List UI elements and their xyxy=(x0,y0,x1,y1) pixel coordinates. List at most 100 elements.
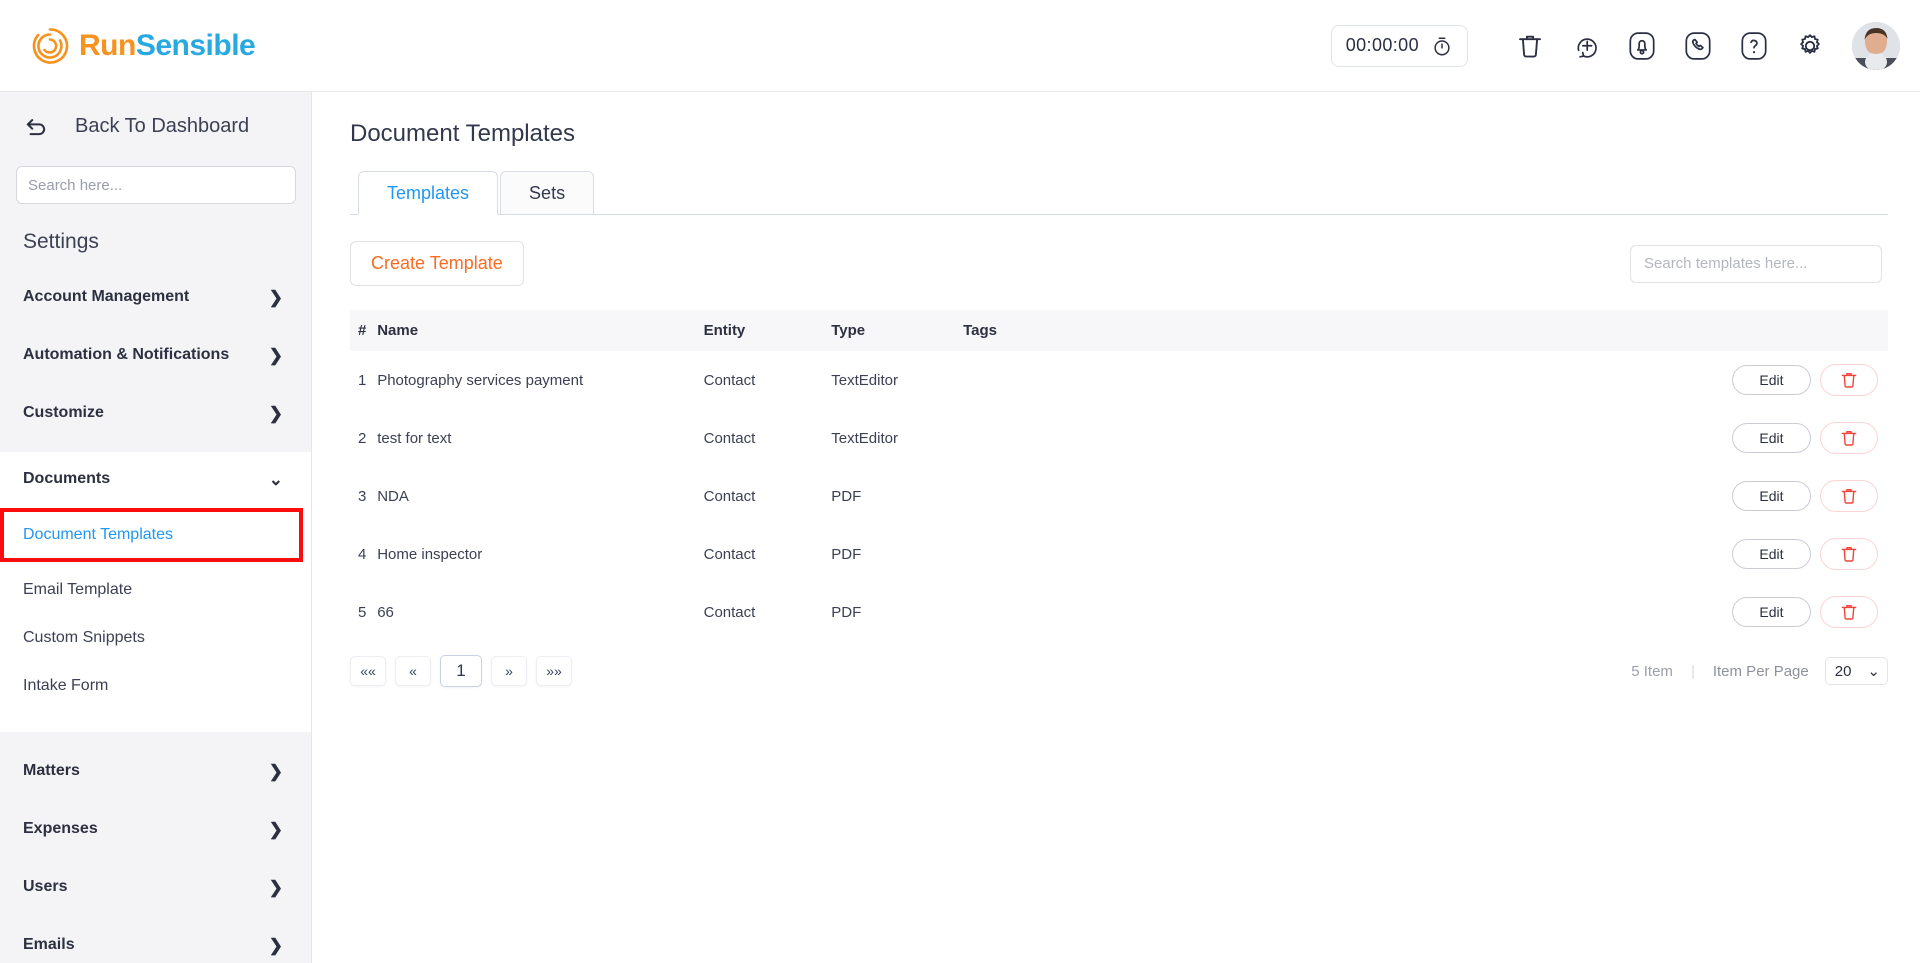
row-type: TextEditor xyxy=(831,371,898,389)
chevron-right-icon: ❯ xyxy=(268,345,283,365)
table-row[interactable]: 2 test for text Contact TextEditor Edit xyxy=(350,409,1888,467)
chevron-down-icon: ⌄ xyxy=(268,469,283,489)
sidebar-item-customize[interactable]: Customize ❯ xyxy=(0,384,311,442)
sidebar-item-label: Users xyxy=(23,878,68,895)
pagination-bar: «« « 1 » »» 5 Item | Item Per Page 20 ⌄ xyxy=(350,655,1888,687)
table-row[interactable]: 3 NDA Contact PDF Edit xyxy=(350,467,1888,525)
sidebar-item-intake-form[interactable]: Intake Form xyxy=(0,662,311,710)
runsensible-logo-icon xyxy=(32,27,69,64)
sidebar-item-expenses[interactable]: Expenses ❯ xyxy=(0,800,311,858)
sidebar-item-document-templates[interactable]: Document Templates xyxy=(0,508,303,562)
avatar[interactable] xyxy=(1852,21,1900,70)
sidebar-search-input[interactable] xyxy=(28,176,284,194)
header-actions: 00:00:00 xyxy=(1330,18,1900,74)
tab-bar: Templates Sets xyxy=(350,170,1888,215)
edit-button[interactable]: Edit xyxy=(1732,423,1811,453)
sidebar-item-users[interactable]: Users ❯ xyxy=(0,858,311,916)
row-name: Home inspector xyxy=(377,545,483,563)
add-circle-icon[interactable] xyxy=(1558,18,1614,74)
template-search[interactable] xyxy=(1630,244,1882,283)
edit-button[interactable]: Edit xyxy=(1732,481,1811,511)
row-type: PDF xyxy=(831,603,862,621)
row-num: 2 xyxy=(358,429,367,447)
tab-sets[interactable]: Sets xyxy=(500,171,595,215)
avatar-photo xyxy=(1852,21,1900,70)
bell-icon[interactable] xyxy=(1614,18,1670,74)
chevron-down-icon: ⌄ xyxy=(1867,663,1880,680)
help-icon[interactable] xyxy=(1726,18,1782,74)
template-search-input[interactable] xyxy=(1644,255,1868,272)
column-header-type: Type xyxy=(831,310,964,351)
delete-button[interactable] xyxy=(1820,422,1878,454)
edit-button[interactable]: Edit xyxy=(1732,539,1811,569)
back-to-dashboard-button[interactable]: Back To Dashboard xyxy=(0,92,311,160)
sidebar-subitem-label: Email Template xyxy=(23,581,133,598)
pagination-first-button[interactable]: «« xyxy=(350,656,386,686)
trash-icon xyxy=(1841,431,1857,446)
app-header: RunSensible 00:00:00 xyxy=(0,0,1920,92)
row-tags xyxy=(963,467,1695,525)
table-header-row: # Name Entity Type Tags xyxy=(350,310,1888,351)
row-name: 66 xyxy=(377,603,394,621)
column-header-entity: Entity xyxy=(703,310,832,351)
back-to-dashboard-label: Back To Dashboard xyxy=(75,114,250,137)
sidebar-item-emails[interactable]: Emails ❯ xyxy=(0,916,311,963)
sidebar-item-email-template[interactable]: Email Template xyxy=(0,566,311,614)
sidebar-item-matters[interactable]: Matters ❯ xyxy=(0,742,311,800)
sidebar-item-label: Expenses xyxy=(23,820,98,837)
row-tags xyxy=(963,525,1695,583)
column-header-tags: Tags xyxy=(963,310,1696,351)
logo[interactable]: RunSensible xyxy=(30,26,256,66)
delete-button[interactable] xyxy=(1820,538,1878,570)
items-per-page-select[interactable]: 20 ⌄ xyxy=(1824,657,1888,685)
row-type: PDF xyxy=(831,545,862,563)
tab-label: Sets xyxy=(529,183,566,203)
chevron-right-icon: ❯ xyxy=(268,403,283,423)
pagination-current-page[interactable]: 1 xyxy=(440,655,482,687)
table-row[interactable]: 5 66 Contact PDF Edit xyxy=(350,583,1888,641)
sidebar-item-automation-notifications[interactable]: Automation & Notifications ❯ xyxy=(0,326,311,384)
row-tags xyxy=(963,351,1695,409)
edit-button[interactable]: Edit xyxy=(1732,597,1811,627)
sidebar-item-documents[interactable]: Documents ⌄ xyxy=(0,452,311,506)
sidebar-section-title: Settings xyxy=(23,230,99,253)
sidebar-item-label: Documents xyxy=(23,470,111,487)
stopwatch-icon xyxy=(1434,36,1450,55)
tab-templates[interactable]: Templates xyxy=(358,171,499,215)
create-template-button[interactable]: Create Template xyxy=(350,241,524,286)
logo-run: Run xyxy=(79,28,136,62)
sidebar-group-documents: Documents ⌄ Document Templates Email Tem… xyxy=(0,452,311,732)
gear-icon[interactable] xyxy=(1782,18,1838,74)
sidebar-item-label: Automation & Notifications xyxy=(23,346,230,363)
back-arrow-icon xyxy=(26,119,46,136)
phone-icon[interactable] xyxy=(1670,18,1726,74)
sidebar-subitem-label: Intake Form xyxy=(23,677,109,694)
pagination-last-button[interactable]: »» xyxy=(536,656,572,686)
trash-icon xyxy=(1841,373,1857,388)
sidebar-item-custom-snippets[interactable]: Custom Snippets xyxy=(0,614,311,662)
sidebar-search[interactable] xyxy=(16,166,296,204)
timer-value: 00:00:00 xyxy=(1345,35,1419,55)
row-type: PDF xyxy=(831,487,862,505)
edit-button[interactable]: Edit xyxy=(1732,365,1811,395)
timer-widget[interactable]: 00:00:00 xyxy=(1330,24,1468,67)
delete-button[interactable] xyxy=(1820,364,1878,396)
chevron-right-icon: ❯ xyxy=(268,761,283,781)
table-row[interactable]: 1 Photography services payment Contact T… xyxy=(350,351,1888,409)
chevron-right-icon: ❯ xyxy=(268,287,283,307)
row-num: 3 xyxy=(358,487,367,505)
chevron-right-icon: ❯ xyxy=(268,819,283,839)
chevron-right-icon: ❯ xyxy=(268,877,283,897)
toolbar: Create Template xyxy=(350,241,1882,286)
table-row[interactable]: 4 Home inspector Contact PDF Edit xyxy=(350,525,1888,583)
delete-button[interactable] xyxy=(1820,596,1878,628)
trash-icon xyxy=(1841,605,1857,620)
sidebar-item-account-management[interactable]: Account Management ❯ xyxy=(0,268,311,326)
sidebar: Back To Dashboard Settings Account Manag… xyxy=(0,92,312,963)
trash-icon xyxy=(1841,547,1857,562)
pagination-prev-button[interactable]: « xyxy=(395,656,431,686)
delete-button[interactable] xyxy=(1820,480,1878,512)
logo-sensible: Sensible xyxy=(135,28,256,62)
trash-icon[interactable] xyxy=(1502,18,1558,74)
pagination-next-button[interactable]: » xyxy=(491,656,527,686)
